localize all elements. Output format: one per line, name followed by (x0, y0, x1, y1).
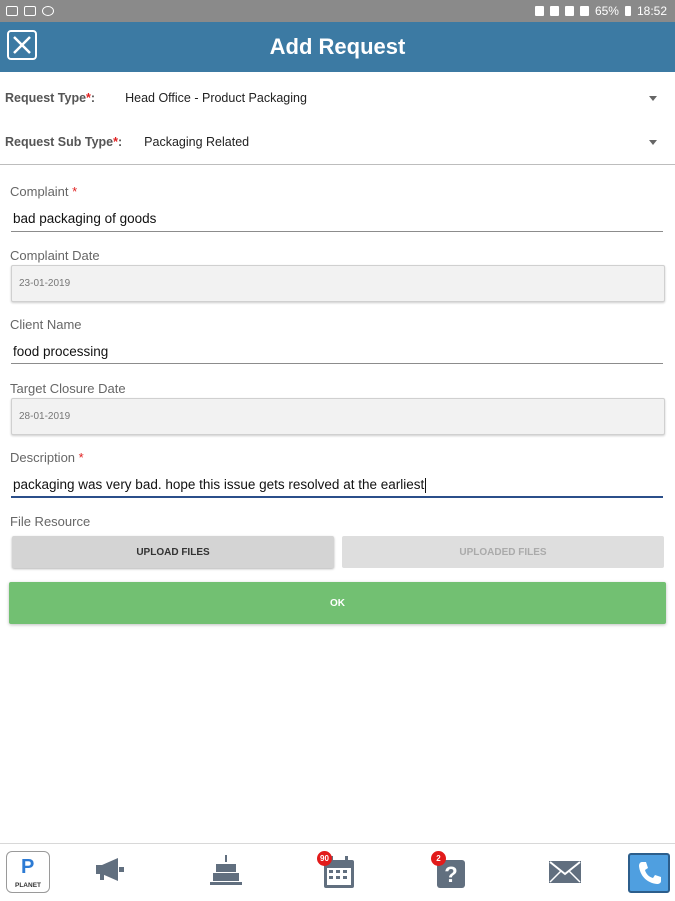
complaint-date-value: 23-01-2019 (19, 278, 71, 289)
description-input[interactable]: packaging was very bad. hope this issue … (13, 477, 427, 493)
signal-icon (579, 6, 589, 16)
complaint-label: Complaint * (10, 184, 78, 199)
section-divider (0, 164, 675, 165)
battery-percent: 65% (594, 4, 619, 18)
uploaded-files-button[interactable]: UPLOADED FILES (342, 536, 664, 568)
planet-label: PLANET (15, 882, 41, 889)
complaint-date-label: Complaint Date (10, 248, 100, 263)
complaint-input[interactable]: bad packaging of goods (13, 211, 156, 226)
planet-logo-icon: P (21, 856, 35, 878)
mute-icon (549, 6, 559, 16)
target-closure-date-field[interactable]: 28-01-2019 (11, 398, 665, 435)
planet-home-button[interactable]: P PLANET (6, 851, 50, 893)
target-closure-date-value: 28-01-2019 (19, 411, 71, 422)
target-closure-date-label: Target Closure Date (10, 381, 126, 396)
calendar-badge: 90 (317, 851, 332, 866)
envelope-icon (549, 861, 581, 883)
request-sub-type-value: Packaging Related (144, 135, 250, 149)
complaint-date-field[interactable]: 23-01-2019 (11, 265, 665, 302)
complaint-underline (11, 231, 663, 232)
svg-text:?: ? (444, 862, 457, 887)
cake-icon (210, 855, 242, 885)
client-name-underline (11, 363, 663, 364)
client-name-input[interactable]: food processing (13, 344, 108, 359)
notification-icons (0, 6, 54, 16)
request-type-dropdown[interactable]: Request Type*: Head Office - Product Pac… (5, 90, 665, 106)
messages-button[interactable] (547, 852, 583, 893)
description-underline (11, 496, 663, 498)
app-bar: Add Request (0, 22, 675, 72)
help-badge: 2 (431, 851, 446, 866)
request-type-label: Request Type*: (5, 91, 96, 105)
request-type-value: Head Office - Product Packaging (125, 91, 307, 105)
dropdown-arrow-icon (649, 140, 657, 145)
announcements-button[interactable] (93, 852, 127, 891)
phone-icon (639, 862, 661, 884)
description-label: Description * (10, 450, 84, 465)
upload-files-button[interactable]: UPLOAD FILES (12, 536, 334, 568)
help-button[interactable]: ? 2 (431, 851, 468, 895)
birthday-button[interactable] (208, 852, 244, 893)
page-title: Add Request (269, 34, 406, 59)
battery-icon (624, 6, 631, 16)
megaphone-icon (96, 858, 124, 881)
request-sub-type-dropdown[interactable]: Request Sub Type*: Packaging Related (5, 134, 665, 150)
mail-icon (6, 6, 18, 16)
request-sub-type-label: Request Sub Type*: (5, 135, 123, 149)
ok-button[interactable]: OK (9, 582, 666, 624)
bottom-navigation: P PLANET 90 ? 2 (0, 843, 675, 901)
status-bar: 65% 18:52 (0, 0, 675, 22)
description-text: packaging was very bad. hope this issue … (13, 477, 425, 492)
calendar-button[interactable]: 90 (317, 851, 356, 895)
dropdown-arrow-icon (649, 96, 657, 101)
file-resource-label: File Resource (10, 514, 91, 529)
clock: 18:52 (636, 4, 667, 18)
call-button[interactable] (628, 853, 670, 893)
text-cursor (425, 477, 427, 493)
client-name-label: Client Name (10, 317, 82, 332)
wifi-icon (564, 6, 574, 16)
image-icon (24, 6, 36, 16)
sim-icon (534, 6, 544, 16)
chat-icon (42, 6, 54, 16)
